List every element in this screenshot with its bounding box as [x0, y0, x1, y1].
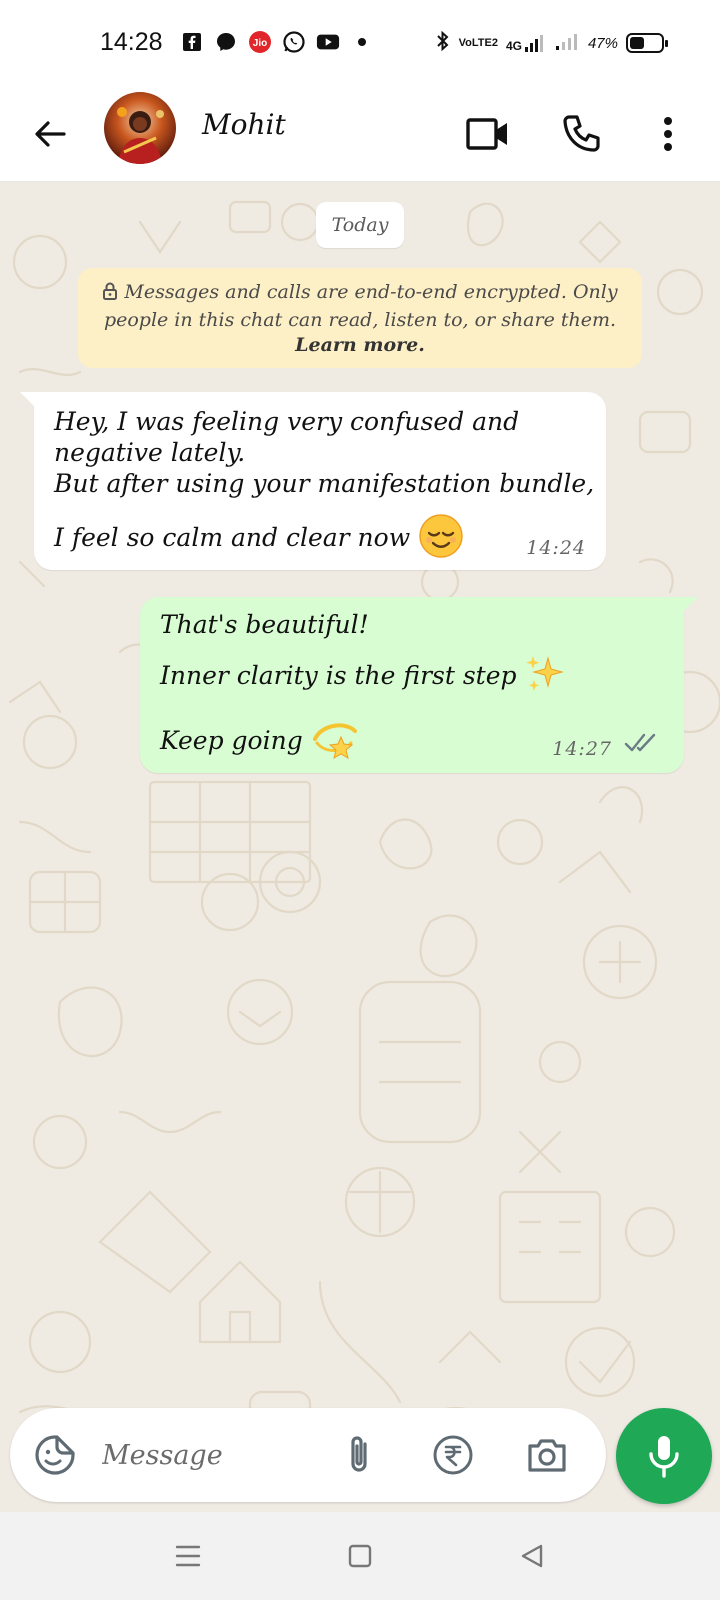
- more-options-button[interactable]: [650, 108, 686, 160]
- chat-wallpaper: [8, 200, 720, 1484]
- incoming-message[interactable]: Hey, I was feeling very confused and neg…: [20, 392, 606, 570]
- notice-line-2: people in this chat can read, listen to,…: [103, 309, 617, 331]
- sticker-icon: [35, 1435, 75, 1475]
- message-time: 14:27: [552, 738, 612, 760]
- message-line: That's beautiful!: [160, 610, 369, 639]
- avatar[interactable]: [104, 92, 176, 164]
- lock-icon: [102, 281, 118, 308]
- back-triangle-icon: [521, 1544, 543, 1568]
- bluetooth-icon: [435, 30, 451, 56]
- video-call-button[interactable]: [462, 108, 514, 160]
- dizzy-star-emoji: [311, 717, 359, 768]
- sticker-button[interactable]: [32, 1432, 78, 1478]
- message-line: But after using your manifestation bundl…: [54, 469, 595, 498]
- phone-icon: [563, 115, 600, 152]
- home-square-icon: [348, 1544, 372, 1568]
- date-chip: Today: [316, 202, 404, 248]
- message-time: 14:24: [526, 537, 586, 559]
- message-line: negative lately.: [54, 438, 246, 467]
- jio-icon: Jio: [248, 30, 272, 54]
- status-bar: 14:28 Jio VoLTE2 4G 47%: [0, 0, 720, 86]
- rupee-icon: [433, 1435, 473, 1475]
- video-camera-icon: [466, 118, 507, 150]
- whatsapp-icon: [282, 30, 306, 54]
- message-input[interactable]: [102, 1430, 322, 1480]
- recents-button[interactable]: [166, 1534, 210, 1578]
- back-button[interactable]: [28, 112, 72, 156]
- signal-4g-icon: 4G: [506, 33, 546, 53]
- paperclip-icon: [351, 1436, 367, 1472]
- camera-icon: [528, 1439, 566, 1472]
- youtube-icon: [316, 30, 340, 54]
- message-line: Hey, I was feeling very confused and: [54, 407, 520, 436]
- nav-back-button[interactable]: [510, 1534, 554, 1578]
- signal-icon: [554, 31, 580, 55]
- learn-more-link[interactable]: Learn more.: [96, 333, 624, 358]
- battery-fill: [630, 37, 645, 49]
- menu-icon: [175, 1545, 201, 1567]
- message-composer: [10, 1408, 606, 1502]
- voice-call-button[interactable]: [556, 108, 608, 160]
- contact-name[interactable]: Mohit: [202, 108, 286, 141]
- payment-button[interactable]: [430, 1432, 476, 1478]
- message-line: Inner clarity is the first step: [160, 661, 517, 690]
- arrow-left-icon: [35, 121, 66, 147]
- camera-button[interactable]: [524, 1432, 570, 1478]
- notice-line-1: Messages and calls are end-to-end encryp…: [124, 281, 618, 303]
- sparkles-emoji: [524, 654, 568, 701]
- dot-icon: [350, 30, 374, 54]
- encryption-notice[interactable]: Messages and calls are end-to-end encryp…: [78, 268, 642, 368]
- home-button[interactable]: [338, 1534, 382, 1578]
- message-line: Keep going: [160, 726, 303, 755]
- more-vertical-icon: [664, 117, 672, 151]
- messenger-icon: [214, 30, 238, 54]
- relieved-face-emoji: [418, 513, 464, 566]
- battery-icon: [626, 33, 668, 53]
- microphone-icon: [649, 1436, 679, 1478]
- attach-button[interactable]: [336, 1432, 382, 1478]
- message-line: I feel so calm and clear now: [54, 523, 411, 552]
- read-receipt-icon: [624, 730, 660, 761]
- chat-area[interactable]: Today Messages and calls are end-to-end …: [0, 182, 720, 1510]
- voice-message-button[interactable]: [616, 1408, 712, 1504]
- system-status-icons: VoLTE2 4G 47%: [435, 30, 668, 56]
- volte-icon: VoLTE2: [458, 36, 498, 49]
- status-time: 14:28: [100, 28, 163, 56]
- facebook-icon: [180, 30, 204, 54]
- battery-percent: 47%: [587, 34, 618, 52]
- network-label: 4G: [505, 39, 522, 53]
- jio-label: Jio: [253, 38, 267, 49]
- chat-header: Mohit: [0, 86, 720, 182]
- notification-icons: Jio: [180, 30, 374, 54]
- system-nav-bar: [0, 1512, 720, 1600]
- outgoing-message[interactable]: That's beautiful! Inner clarity is the f…: [140, 597, 698, 773]
